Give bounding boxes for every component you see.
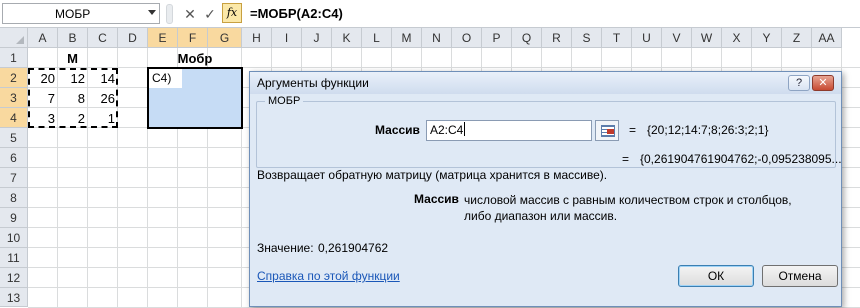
column-header[interactable]: V bbox=[662, 28, 692, 48]
function-name-label: МОБР bbox=[265, 95, 304, 107]
formula-input[interactable]: =МОБР(A2:C4) bbox=[248, 4, 856, 24]
row-header[interactable]: 4 bbox=[0, 108, 28, 128]
row-header[interactable]: 13 bbox=[0, 288, 28, 307]
array-argument-value: A2:C4 bbox=[430, 123, 464, 137]
column-header[interactable]: R bbox=[542, 28, 572, 48]
text-cursor bbox=[464, 122, 466, 136]
column-header[interactable]: L bbox=[362, 28, 392, 48]
formula-bar: МОБР ✕ ✓ fx =МОБР(A2:C4) bbox=[0, 0, 860, 28]
column-header[interactable]: AA bbox=[812, 28, 842, 48]
row-header[interactable]: 1 bbox=[0, 48, 28, 68]
select-all-corner[interactable] bbox=[0, 28, 28, 48]
row-header[interactable]: 8 bbox=[0, 188, 28, 208]
result-preview: {0,261904761904762;-0,095238095... bbox=[640, 152, 842, 166]
insert-function-button[interactable]: fx bbox=[222, 3, 242, 23]
column-header[interactable]: U bbox=[632, 28, 662, 48]
column-header[interactable]: F bbox=[178, 28, 208, 48]
function-description: Возвращает обратную матрицу (матрица хра… bbox=[257, 168, 608, 182]
column-header[interactable]: O bbox=[452, 28, 482, 48]
function-help-link[interactable]: Справка по этой функции bbox=[257, 269, 400, 283]
function-arguments-dialog: Аргументы функции ? ✕ МОБР Массив A2:C4 … bbox=[249, 71, 842, 307]
dialog-titlebar[interactable]: Аргументы функции ? ✕ bbox=[250, 72, 841, 94]
column-header[interactable]: I bbox=[272, 28, 302, 48]
chevron-down-icon[interactable] bbox=[148, 10, 156, 15]
ok-button[interactable]: ОК bbox=[678, 265, 754, 287]
matrix-cell[interactable]: 3 bbox=[28, 109, 58, 128]
cell-title-mobr[interactable]: Мобр bbox=[148, 49, 242, 68]
row-header[interactable]: 9 bbox=[0, 208, 28, 228]
matrix-cell[interactable]: 1 bbox=[88, 109, 118, 128]
row-header[interactable]: 5 bbox=[0, 128, 28, 148]
name-box-value: МОБР bbox=[55, 7, 91, 21]
column-header[interactable]: H bbox=[242, 28, 272, 48]
row-header[interactable]: 2 bbox=[0, 68, 28, 88]
matrix-cell[interactable]: 14 bbox=[88, 69, 118, 88]
close-button[interactable]: ✕ bbox=[812, 75, 834, 91]
column-header[interactable]: K bbox=[332, 28, 362, 48]
matrix-cell[interactable]: 20 bbox=[28, 69, 58, 88]
column-header[interactable]: S bbox=[572, 28, 602, 48]
array-argument-input[interactable]: A2:C4 bbox=[426, 120, 592, 141]
column-header[interactable]: J bbox=[302, 28, 332, 48]
column-header[interactable]: X bbox=[722, 28, 752, 48]
argument-label: Массив bbox=[375, 123, 420, 137]
row-header[interactable]: 6 bbox=[0, 148, 28, 168]
row-header[interactable]: 10 bbox=[0, 228, 28, 248]
help-button[interactable]: ? bbox=[788, 75, 810, 91]
cell-title-m[interactable]: М bbox=[28, 49, 117, 68]
column-header[interactable]: Y bbox=[752, 28, 782, 48]
cancel-entry-icon[interactable]: ✕ bbox=[181, 5, 199, 23]
dialog-title: Аргументы функции bbox=[257, 76, 369, 90]
result-equals: = bbox=[622, 152, 630, 166]
row-header[interactable]: 11 bbox=[0, 248, 28, 268]
column-header[interactable]: W bbox=[692, 28, 722, 48]
column-header[interactable]: P bbox=[482, 28, 512, 48]
column-header[interactable]: E bbox=[148, 28, 178, 48]
column-header[interactable]: D bbox=[118, 28, 148, 48]
matrix-cell[interactable]: 7 bbox=[28, 89, 58, 108]
matrix-cell[interactable]: 2 bbox=[58, 109, 88, 128]
column-header[interactable]: M bbox=[392, 28, 422, 48]
row-header[interactable]: 12 bbox=[0, 268, 28, 288]
name-box[interactable]: МОБР bbox=[2, 3, 160, 24]
argument-value-preview: {20;12;14:7;8;26:3;2;1} bbox=[647, 123, 769, 137]
row-header[interactable]: 7 bbox=[0, 168, 28, 188]
column-header[interactable]: N bbox=[422, 28, 452, 48]
row-header[interactable]: 3 bbox=[0, 88, 28, 108]
matrix-cell[interactable]: 8 bbox=[58, 89, 88, 108]
column-header[interactable]: G bbox=[208, 28, 242, 48]
matrix-cell[interactable]: 12 bbox=[58, 69, 88, 88]
argument-description-text: числовой массив с равным количеством стр… bbox=[464, 193, 792, 223]
value-result: 0,261904762 bbox=[318, 241, 389, 255]
confirm-entry-icon[interactable]: ✓ bbox=[201, 5, 219, 23]
column-header[interactable]: A bbox=[28, 28, 58, 48]
column-header[interactable]: T bbox=[602, 28, 632, 48]
formula-bar-grip[interactable] bbox=[166, 4, 173, 24]
column-header[interactable]: Z bbox=[782, 28, 812, 48]
argument-equals: = bbox=[629, 123, 637, 137]
matrix-cell[interactable]: 26 bbox=[88, 89, 118, 108]
column-header[interactable]: B bbox=[58, 28, 88, 48]
active-cell-editor[interactable]: C4) bbox=[149, 69, 182, 88]
column-header[interactable]: Q bbox=[512, 28, 542, 48]
argument-description-name: Массив bbox=[414, 192, 459, 206]
value-label: Значение: bbox=[257, 241, 314, 255]
collapse-dialog-icon[interactable] bbox=[595, 120, 619, 141]
column-header[interactable]: C bbox=[88, 28, 118, 48]
cancel-button[interactable]: Отмена bbox=[762, 265, 838, 287]
